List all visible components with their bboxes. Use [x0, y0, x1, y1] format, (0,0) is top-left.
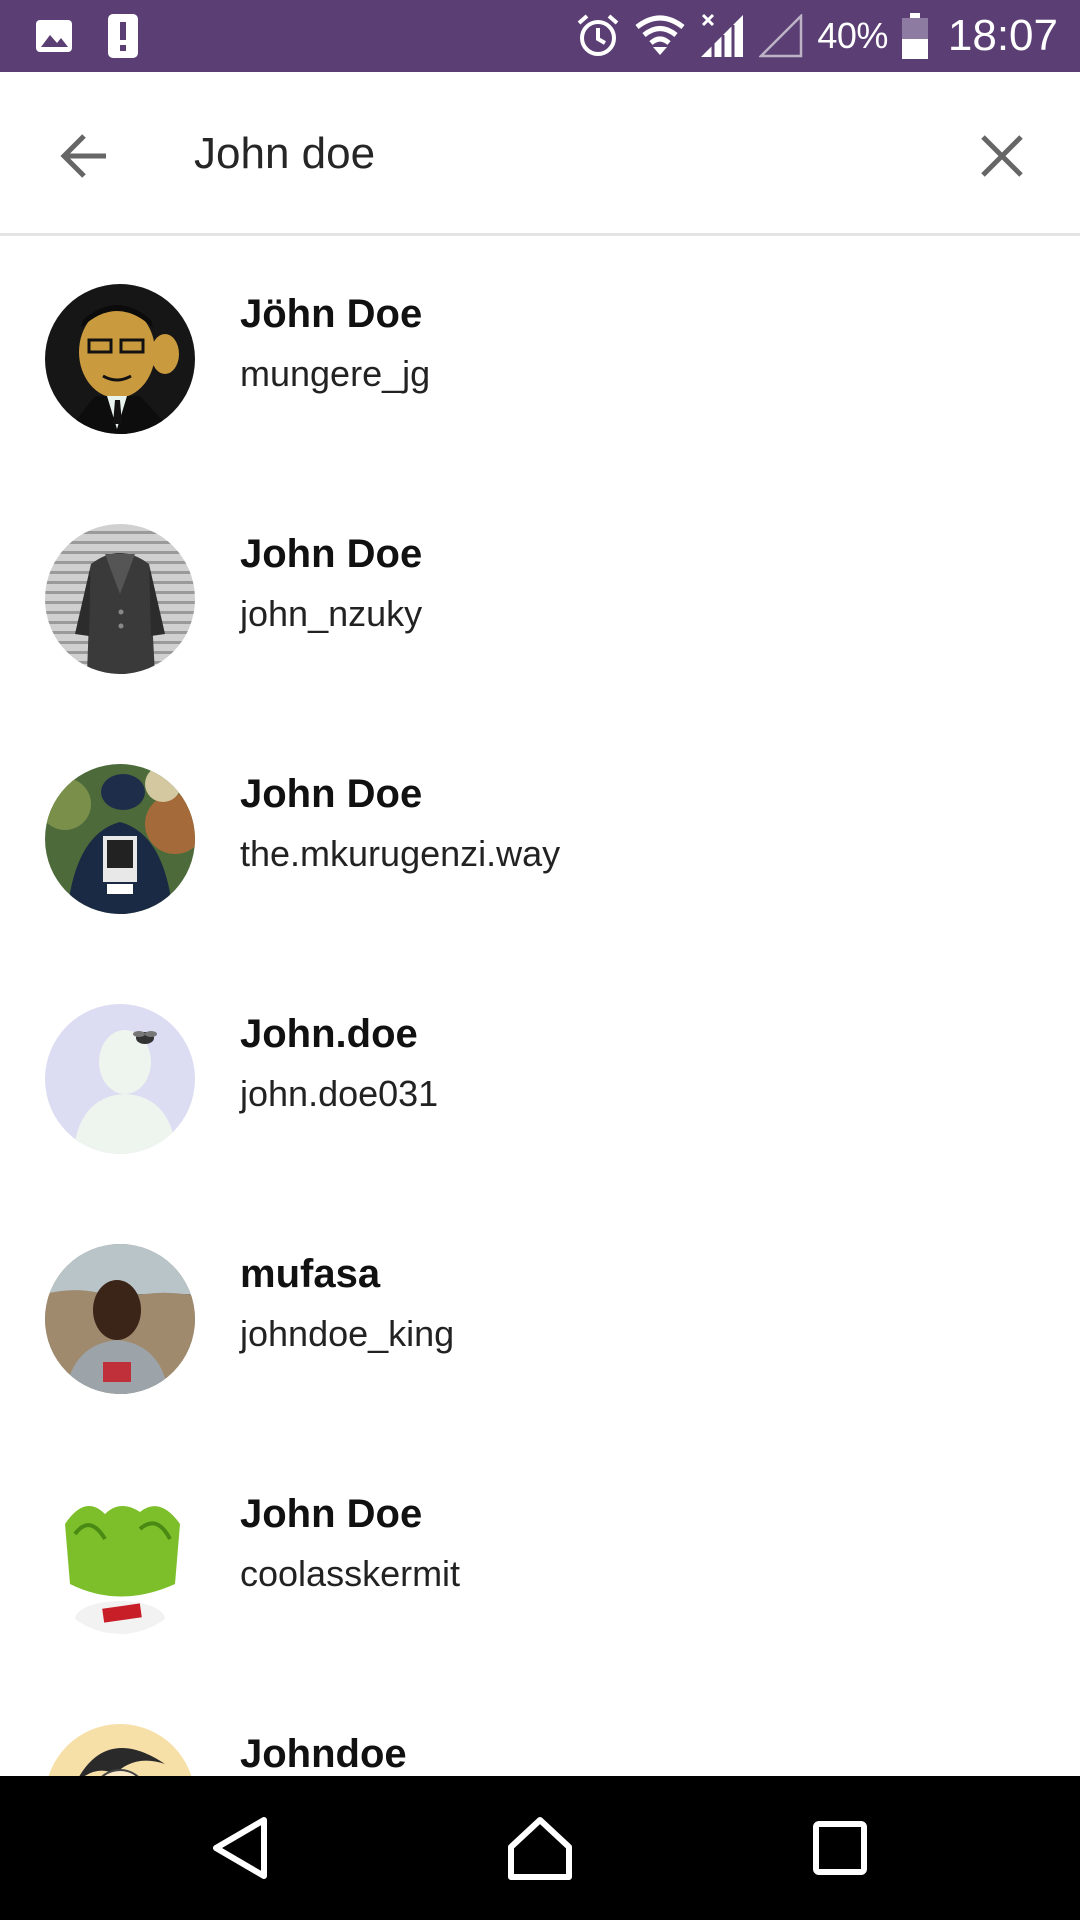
suit-photo-avatar [45, 524, 195, 674]
result-username: mungere_jg [240, 353, 431, 394]
recents-icon [813, 1821, 867, 1875]
result-text: Johndoe [240, 1730, 407, 1776]
result-display-name: John Doe [240, 772, 423, 816]
result-display-name: Jöhn Doe [240, 292, 423, 336]
result-display-name: John Doe [240, 532, 423, 576]
system-nav-bar [0, 1776, 1080, 1920]
result-username: the.mkurugenzi.way [240, 833, 561, 874]
cell-signal-empty-icon [759, 14, 803, 58]
man-portrait-avatar [45, 1244, 195, 1394]
default-silhouette-avatar [45, 1004, 195, 1154]
result-text: John Doe john_nzuky [240, 530, 422, 638]
wifi-icon [635, 15, 685, 57]
result-text: mufasa johndoe_king [240, 1250, 454, 1358]
status-clock: 18:07 [947, 11, 1058, 60]
result-text: Jöhn Doe mungere_jg [240, 290, 430, 398]
search-result-item[interactable]: John Doe the.mkurugenzi.way [0, 716, 1080, 956]
result-username: coolasskermit [240, 1553, 461, 1594]
status-bar-left [34, 14, 138, 58]
nav-back-button[interactable] [204, 1812, 276, 1884]
nav-recents-button[interactable] [804, 1812, 876, 1884]
clear-search-button[interactable] [970, 124, 1034, 188]
status-bar-right: 40% 18:07 [575, 0, 1058, 72]
status-bar: 40% 18:07 [0, 0, 1080, 72]
search-bar [0, 72, 1080, 236]
close-icon [981, 135, 1023, 177]
anime-avatar [45, 1724, 195, 1776]
search-result-item[interactable]: mufasa johndoe_king [0, 1196, 1080, 1436]
cartoon-man-avatar [45, 284, 195, 434]
search-result-item[interactable]: John Doe john_nzuky [0, 476, 1080, 716]
battery-percent: 40% [817, 15, 888, 56]
gallery-icon [34, 16, 74, 56]
alarm-icon [575, 13, 621, 59]
search-input[interactable] [194, 116, 914, 192]
result-display-name: John.doe [240, 1012, 418, 1056]
search-result-item[interactable]: John Doe coolasskermit [0, 1436, 1080, 1676]
cell-signal-icon [699, 13, 745, 59]
search-result-item[interactable]: Jöhn Doe mungere_jg [0, 236, 1080, 476]
result-display-name: mufasa [240, 1252, 381, 1296]
jacket-photo-avatar [45, 764, 195, 914]
nav-home-button[interactable] [504, 1812, 576, 1884]
result-username: john.doe031 [240, 1073, 439, 1114]
search-result-item[interactable]: Johndoe [0, 1676, 1080, 1776]
result-username: johndoe_king [240, 1313, 455, 1354]
result-username: john_nzuky [240, 593, 423, 634]
screen: 40% 18:07 John doe Jöhn Doe mungere_jg J… [0, 0, 1080, 1920]
result-text: John Doe the.mkurugenzi.way [240, 770, 560, 878]
arrow-back-icon [60, 134, 106, 178]
kermit-avatar [45, 1484, 195, 1634]
search-result-item[interactable]: John.doe john.doe031 [0, 956, 1080, 1196]
home-icon [508, 1817, 572, 1880]
back-triangle-icon [213, 1817, 267, 1879]
result-text: John Doe coolasskermit [240, 1490, 460, 1598]
alert-icon [108, 14, 138, 58]
search-results-list: Jöhn Doe mungere_jg John Doe john_nzuky … [0, 236, 1080, 1776]
result-display-name: John Doe [240, 1492, 423, 1536]
battery-icon [901, 13, 928, 59]
result-display-name: Johndoe [240, 1732, 407, 1776]
back-button[interactable] [52, 124, 116, 188]
result-text: John.doe john.doe031 [240, 1010, 438, 1118]
